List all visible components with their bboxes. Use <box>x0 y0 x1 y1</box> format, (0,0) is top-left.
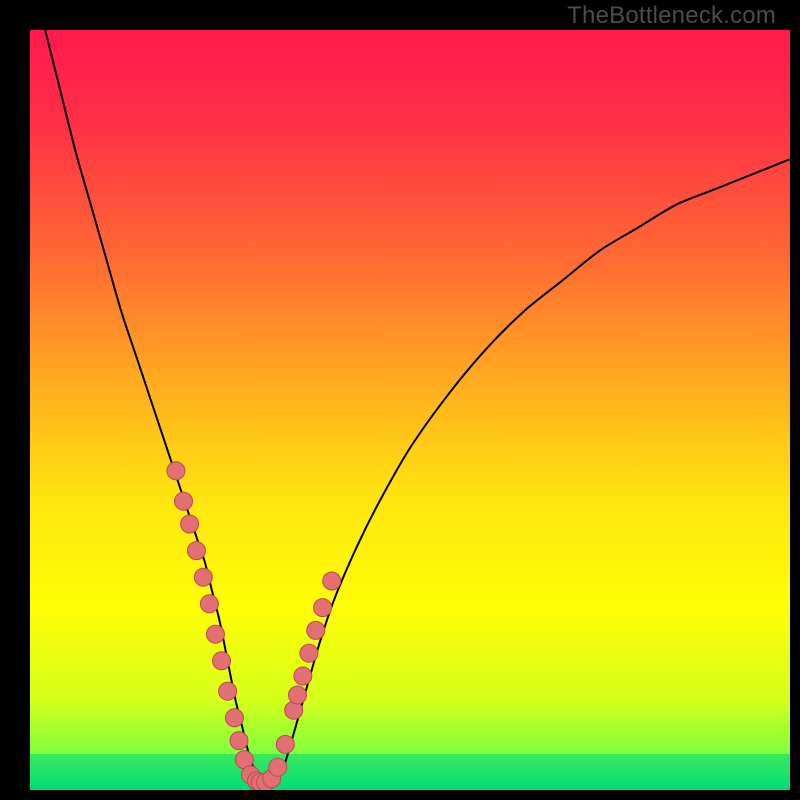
curve-marker <box>307 621 325 639</box>
curve-marker <box>206 625 224 643</box>
curve-marker <box>219 682 237 700</box>
curve-marker <box>225 709 243 727</box>
plot-area <box>30 30 790 790</box>
bottleneck-curve <box>45 30 790 783</box>
curve-marker <box>269 758 287 776</box>
curve-marker <box>187 542 205 560</box>
curve-marker <box>289 686 307 704</box>
curve-marker <box>300 644 318 662</box>
curve-marker <box>314 599 332 617</box>
curve-marker <box>276 735 294 753</box>
curve-markers <box>167 462 341 790</box>
curve-marker <box>294 667 312 685</box>
curve-marker <box>230 732 248 750</box>
curve-marker <box>175 492 193 510</box>
curve-marker <box>167 462 185 480</box>
chart-frame: TheBottleneck.com <box>0 0 800 800</box>
curve-marker <box>213 652 231 670</box>
curve-marker <box>194 568 212 586</box>
curve-marker <box>181 515 199 533</box>
watermark-text: TheBottleneck.com <box>567 0 776 30</box>
curve-marker <box>323 572 341 590</box>
curve-marker <box>200 595 218 613</box>
curve-layer <box>30 30 790 790</box>
